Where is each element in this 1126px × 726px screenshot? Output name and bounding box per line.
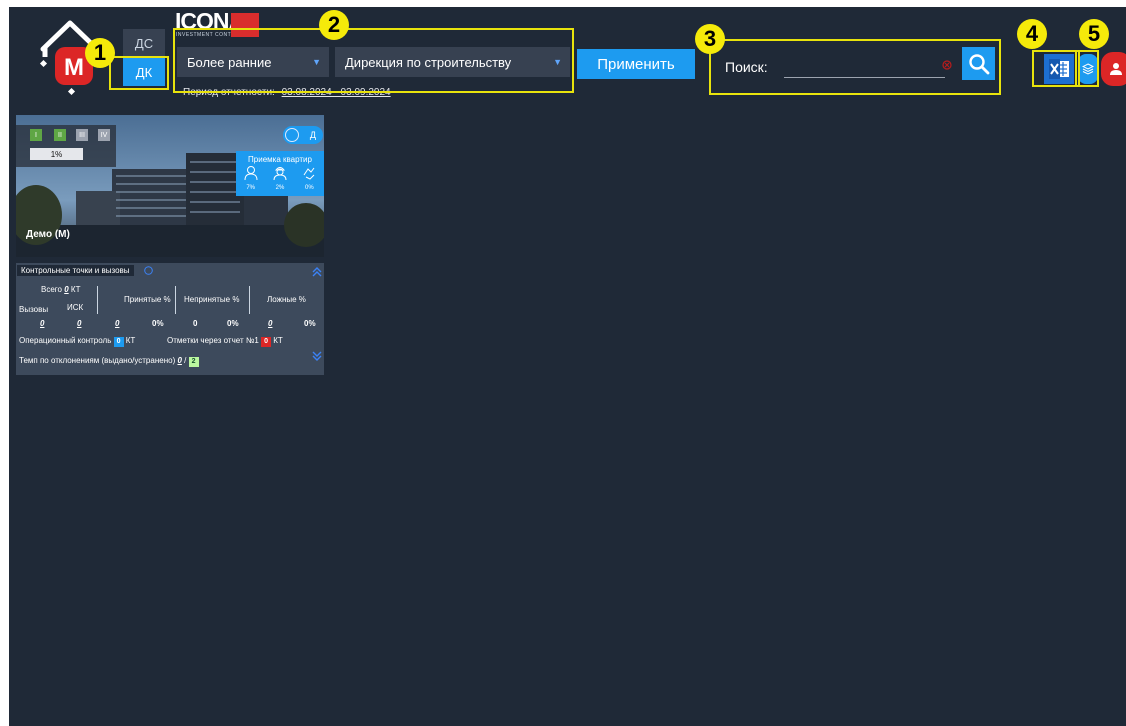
divider <box>97 286 98 314</box>
search-input[interactable] <box>784 53 945 78</box>
accepted-value[interactable]: 0 <box>115 319 119 328</box>
caret-down-icon: ▼ <box>553 57 562 67</box>
tempo-fixed-badge[interactable]: 2 <box>188 357 199 367</box>
report-marks: Отметки через отчет №1 0 КТ <box>167 336 283 347</box>
user-icon <box>1110 63 1122 75</box>
search-icon <box>968 53 989 74</box>
not-accepted-percent: 0% <box>227 319 239 328</box>
expand-icon[interactable] <box>312 351 322 361</box>
total-label: Всего <box>41 285 62 294</box>
false-percent: 0% <box>304 319 316 328</box>
collapse-icon[interactable] <box>312 267 322 277</box>
phase-2[interactable]: II <box>54 129 66 141</box>
progress-bar: 1% <box>30 148 83 160</box>
clear-search-icon[interactable] <box>942 60 952 70</box>
builder-icon <box>273 167 287 181</box>
control-points-panel: Контрольные точки и вызовы Всего 0 КТ Вы… <box>16 263 324 375</box>
kt-label: КТ <box>273 336 283 345</box>
false-value[interactable]: 0 <box>268 319 272 328</box>
total-kt: Всего 0 КТ <box>41 285 80 294</box>
control-points-title: Контрольные точки и вызовы <box>17 265 134 276</box>
reporting-period-link[interactable]: 03.08.2024 - 03.09.2024 <box>282 87 391 98</box>
layers-icon <box>1082 63 1094 75</box>
acceptance-icons <box>236 165 324 181</box>
operational-badge[interactable]: 0 <box>113 337 124 347</box>
false-label: Ложные % <box>267 295 306 304</box>
inspector-icon <box>244 166 258 181</box>
annotation-number-2: 2 <box>319 10 349 40</box>
layers-button[interactable] <box>1078 54 1098 84</box>
annotation-number-5: 5 <box>1079 19 1109 49</box>
handshake-icon <box>303 167 315 180</box>
report-label: Отметки через отчет №1 <box>167 336 259 345</box>
search-label: Поиск: <box>725 59 768 75</box>
isk-value[interactable]: 0 <box>77 319 81 328</box>
toggle-dk-button[interactable]: ДК <box>123 58 165 86</box>
toggle-knob <box>285 128 299 142</box>
accepted-label: Принятые % <box>124 295 171 304</box>
apply-button[interactable]: Применить <box>577 49 695 79</box>
excel-icon <box>1049 59 1069 79</box>
acceptance-value-3: 0% <box>304 185 314 191</box>
brand-flag-icon <box>231 13 259 37</box>
total-value[interactable]: 0 <box>64 285 68 294</box>
search-button[interactable] <box>962 47 995 80</box>
acceptance-values: 7% 2% 0% <box>236 185 324 191</box>
annotation-number-1: 1 <box>85 38 115 68</box>
tempo-separator: / <box>184 356 187 365</box>
period-select[interactable]: Более ранние ▼ <box>177 47 329 77</box>
project-name[interactable]: Демо (М) <box>26 229 70 240</box>
divider <box>175 286 176 314</box>
toggle-ds-button[interactable]: ДС <box>123 29 165 57</box>
excel-export-button[interactable] <box>1044 54 1074 84</box>
phase-4[interactable]: IV <box>98 129 110 141</box>
annotation-number-4: 4 <box>1017 19 1047 49</box>
phase-1[interactable]: I <box>30 129 42 141</box>
card-toggle[interactable]: Д <box>283 126 323 144</box>
reporting-period: Период отчетности: 03.08.2024 - 03.09.20… <box>183 87 391 98</box>
accepted-percent: 0% <box>152 319 164 328</box>
acceptance-value-2: 2% <box>275 185 285 191</box>
direction-select[interactable]: Дирекция по строительству ▼ <box>335 47 570 77</box>
operational-label: Операционный контроль <box>19 336 112 345</box>
isk-label: ИСК <box>67 303 84 312</box>
kt-label: КТ <box>125 336 136 345</box>
period-select-value: Более ранние <box>187 54 272 70</box>
info-icon[interactable] <box>144 266 153 275</box>
tempo-issued[interactable]: 0 <box>177 356 181 365</box>
report-badge[interactable]: 0 <box>261 337 272 347</box>
direction-select-value: Дирекция по строительству <box>345 54 512 70</box>
kt-label: КТ <box>70 285 81 294</box>
annotation-number-3: 3 <box>695 24 725 54</box>
not-accepted-label: Непринятые % <box>184 295 240 304</box>
not-accepted-value: 0 <box>193 319 198 328</box>
operational-control: Операционный контроль 0 КТ <box>19 336 135 347</box>
user-profile-button[interactable] <box>1101 52 1126 86</box>
acceptance-title: Приемка квартир <box>248 155 312 164</box>
calls-label: Вызовы <box>19 305 49 314</box>
reporting-period-label: Период отчетности: <box>183 87 275 98</box>
phase-3[interactable]: III <box>76 129 88 141</box>
app-window: M ДС ДК ICONA INVESTMENT CONTROL Более р… <box>9 7 1126 726</box>
tempo-label: Темп по отклонениям (выдано/устранено) <box>19 356 176 365</box>
caret-down-icon: ▼ <box>312 57 321 67</box>
tempo-row: Темп по отклонениям (выдано/устранено) 0… <box>19 356 199 367</box>
svg-text:M: M <box>64 54 84 81</box>
card-toggle-label: Д <box>309 130 316 140</box>
apartment-acceptance-panel: Приемка квартир 7% 2% 0% <box>236 151 324 196</box>
acceptance-value-1: 7% <box>246 185 255 191</box>
calls-value[interactable]: 0 <box>40 319 44 328</box>
divider <box>249 286 250 314</box>
